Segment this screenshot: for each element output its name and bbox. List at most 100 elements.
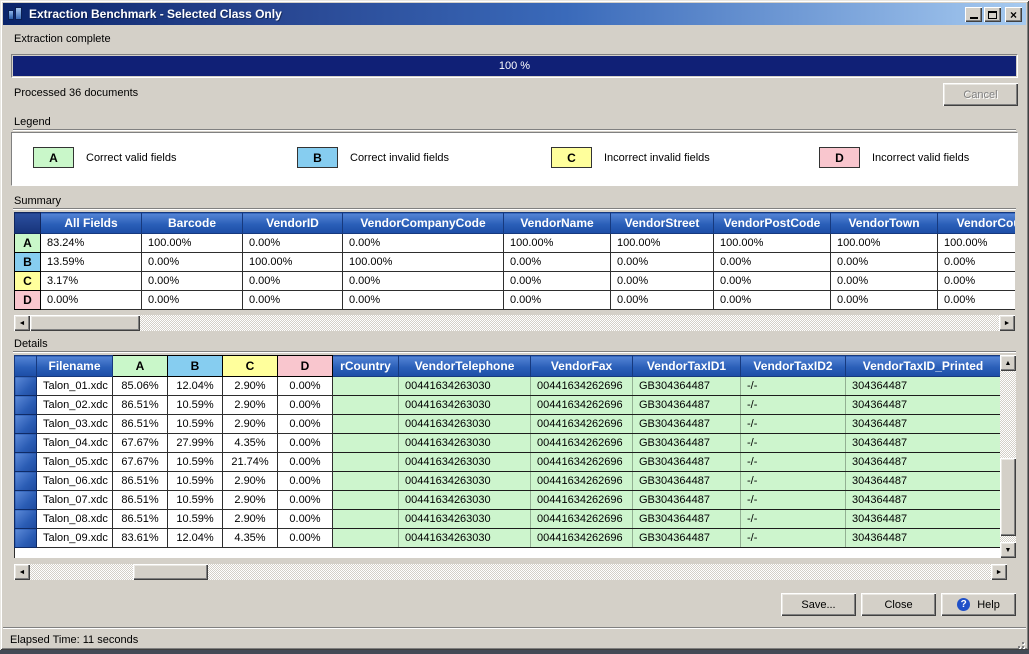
progress-bar-fill: 100 %	[13, 56, 1016, 76]
legend-text-b: Correct invalid fields	[350, 152, 449, 164]
details-col-vendorfax[interactable]: VendorFax	[531, 356, 633, 377]
a-percent-cell: 67.67%	[113, 434, 168, 453]
details-col-vendorcountry[interactable]: rCountry	[333, 356, 399, 377]
details-col-a[interactable]: A	[113, 356, 168, 377]
scroll-right-icon[interactable]: ►	[991, 564, 1007, 580]
summary-row-header: A	[15, 234, 41, 253]
summary-row: A 83.24% 100.00% 0.00% 0.00% 100.00% 100…	[15, 234, 1016, 253]
window-title: Extraction Benchmark - Selected Class On…	[29, 7, 282, 21]
details-col-vendortaxid1[interactable]: VendorTaxID1	[633, 356, 741, 377]
legend-item-c: C Incorrect invalid fields	[551, 147, 710, 168]
details-col-vendortaxid-printed[interactable]: VendorTaxID_Printed	[846, 356, 1001, 377]
vendortaxid2-cell: -/-	[741, 491, 846, 510]
summary-cell: 100.00%	[243, 253, 343, 272]
summary-cell: 0.00%	[938, 253, 1016, 272]
summary-col-vendorcountry[interactable]: VendorCountry	[938, 213, 1016, 234]
d-percent-cell: 0.00%	[278, 377, 333, 396]
vendorfax-cell: 00441634262696	[531, 510, 633, 529]
summary-col-vendorname[interactable]: VendorName	[504, 213, 611, 234]
a-percent-cell: 86.51%	[113, 396, 168, 415]
a-percent-cell: 83.61%	[113, 529, 168, 548]
cancel-button[interactable]: Cancel	[943, 83, 1018, 106]
row-selector[interactable]	[15, 491, 37, 510]
resize-grip[interactable]	[1012, 636, 1024, 648]
row-selector[interactable]	[15, 377, 37, 396]
summary-cell: 0.00%	[831, 272, 938, 291]
vendorcountry-cell	[333, 396, 399, 415]
vendortaxid2-cell: -/-	[741, 377, 846, 396]
vendorfax-cell: 00441634262696	[531, 377, 633, 396]
details-col-filename[interactable]: Filename	[37, 356, 113, 377]
row-selector[interactable]	[15, 529, 37, 548]
details-vertical-scrollbar[interactable]: ▲ ▼	[1000, 355, 1016, 558]
c-percent-cell: 2.90%	[223, 396, 278, 415]
summary-col-vendorpostcode[interactable]: VendorPostCode	[714, 213, 831, 234]
details-col-c[interactable]: C	[223, 356, 278, 377]
vendortaxid-printed-cell: 304364487	[846, 434, 1001, 453]
summary-cell: 100.00%	[611, 234, 714, 253]
summary-cell: 0.00%	[41, 291, 142, 310]
summary-row-header: D	[15, 291, 41, 310]
summary-col-all-fields[interactable]: All Fields	[41, 213, 142, 234]
details-horizontal-scrollbar[interactable]: ◄ ►	[14, 564, 1007, 580]
row-selector[interactable]	[15, 510, 37, 529]
row-selector[interactable]	[15, 472, 37, 491]
vendortaxid1-cell: GB304364487	[633, 396, 741, 415]
summary-horizontal-scrollbar[interactable]: ◄ ►	[14, 315, 1015, 331]
filename-cell: Talon_04.xdc	[37, 434, 113, 453]
app-icon	[7, 6, 23, 22]
summary-cell: 0.00%	[504, 272, 611, 291]
vendortelephone-cell: 00441634263030	[399, 510, 531, 529]
details-hscrollbar-thumb[interactable]	[133, 564, 208, 580]
vendorfax-cell: 00441634262696	[531, 472, 633, 491]
save-button[interactable]: Save...	[781, 593, 856, 616]
d-percent-cell: 0.00%	[278, 453, 333, 472]
minimize-button[interactable]	[965, 7, 982, 22]
vendorcountry-cell	[333, 529, 399, 548]
vendortaxid1-cell: GB304364487	[633, 491, 741, 510]
scroll-right-icon[interactable]: ►	[999, 315, 1015, 331]
legend-text-d: Incorrect valid fields	[872, 152, 969, 164]
titlebar[interactable]: Extraction Benchmark - Selected Class On…	[3, 3, 1026, 25]
details-col-vendortelephone[interactable]: VendorTelephone	[399, 356, 531, 377]
summary-col-vendorcompanycode[interactable]: VendorCompanyCode	[343, 213, 504, 234]
details-col-vendortaxid2[interactable]: VendorTaxID2	[741, 356, 846, 377]
vendorfax-cell: 00441634262696	[531, 396, 633, 415]
summary-scrollbar-thumb[interactable]	[30, 315, 140, 331]
scroll-down-icon[interactable]: ▼	[1000, 542, 1016, 558]
legend-item-d: D Incorrect valid fields	[819, 147, 969, 168]
scroll-up-icon[interactable]: ▲	[1000, 355, 1016, 371]
close-button[interactable]: ×	[1005, 7, 1022, 22]
details-col-b[interactable]: B	[168, 356, 223, 377]
summary-cell: 0.00%	[611, 291, 714, 310]
row-selector[interactable]	[15, 396, 37, 415]
row-selector[interactable]	[15, 434, 37, 453]
maximize-button[interactable]	[984, 7, 1001, 22]
close-dialog-button[interactable]: Close	[861, 593, 936, 616]
details-col-d[interactable]: D	[278, 356, 333, 377]
vendortaxid2-cell: -/-	[741, 453, 846, 472]
vendortaxid2-cell: -/-	[741, 529, 846, 548]
b-percent-cell: 12.04%	[168, 377, 223, 396]
progress-percent-label: 100 %	[499, 60, 530, 72]
b-percent-cell: 27.99%	[168, 434, 223, 453]
summary-cell: 100.00%	[504, 234, 611, 253]
details-row: Talon_07.xdc 86.51% 10.59% 2.90% 0.00% 0…	[15, 491, 1001, 510]
help-button-label: Help	[977, 599, 1000, 611]
row-selector[interactable]	[15, 415, 37, 434]
scroll-left-icon[interactable]: ◄	[14, 315, 30, 331]
vendorfax-cell: 00441634262696	[531, 415, 633, 434]
a-percent-cell: 86.51%	[113, 491, 168, 510]
summary-col-vendortown[interactable]: VendorTown	[831, 213, 938, 234]
vendortaxid-printed-cell: 304364487	[846, 510, 1001, 529]
legend-swatch-a: A	[33, 147, 74, 168]
details-vscrollbar-thumb[interactable]	[1000, 458, 1016, 536]
summary-cell: 0.00%	[831, 291, 938, 310]
row-selector[interactable]	[15, 453, 37, 472]
details-row: Talon_06.xdc 86.51% 10.59% 2.90% 0.00% 0…	[15, 472, 1001, 491]
scroll-left-icon[interactable]: ◄	[14, 564, 30, 580]
summary-col-vendorid[interactable]: VendorID	[243, 213, 343, 234]
summary-col-barcode[interactable]: Barcode	[142, 213, 243, 234]
summary-col-vendorstreet[interactable]: VendorStreet	[611, 213, 714, 234]
help-button[interactable]: ? Help	[941, 593, 1016, 616]
